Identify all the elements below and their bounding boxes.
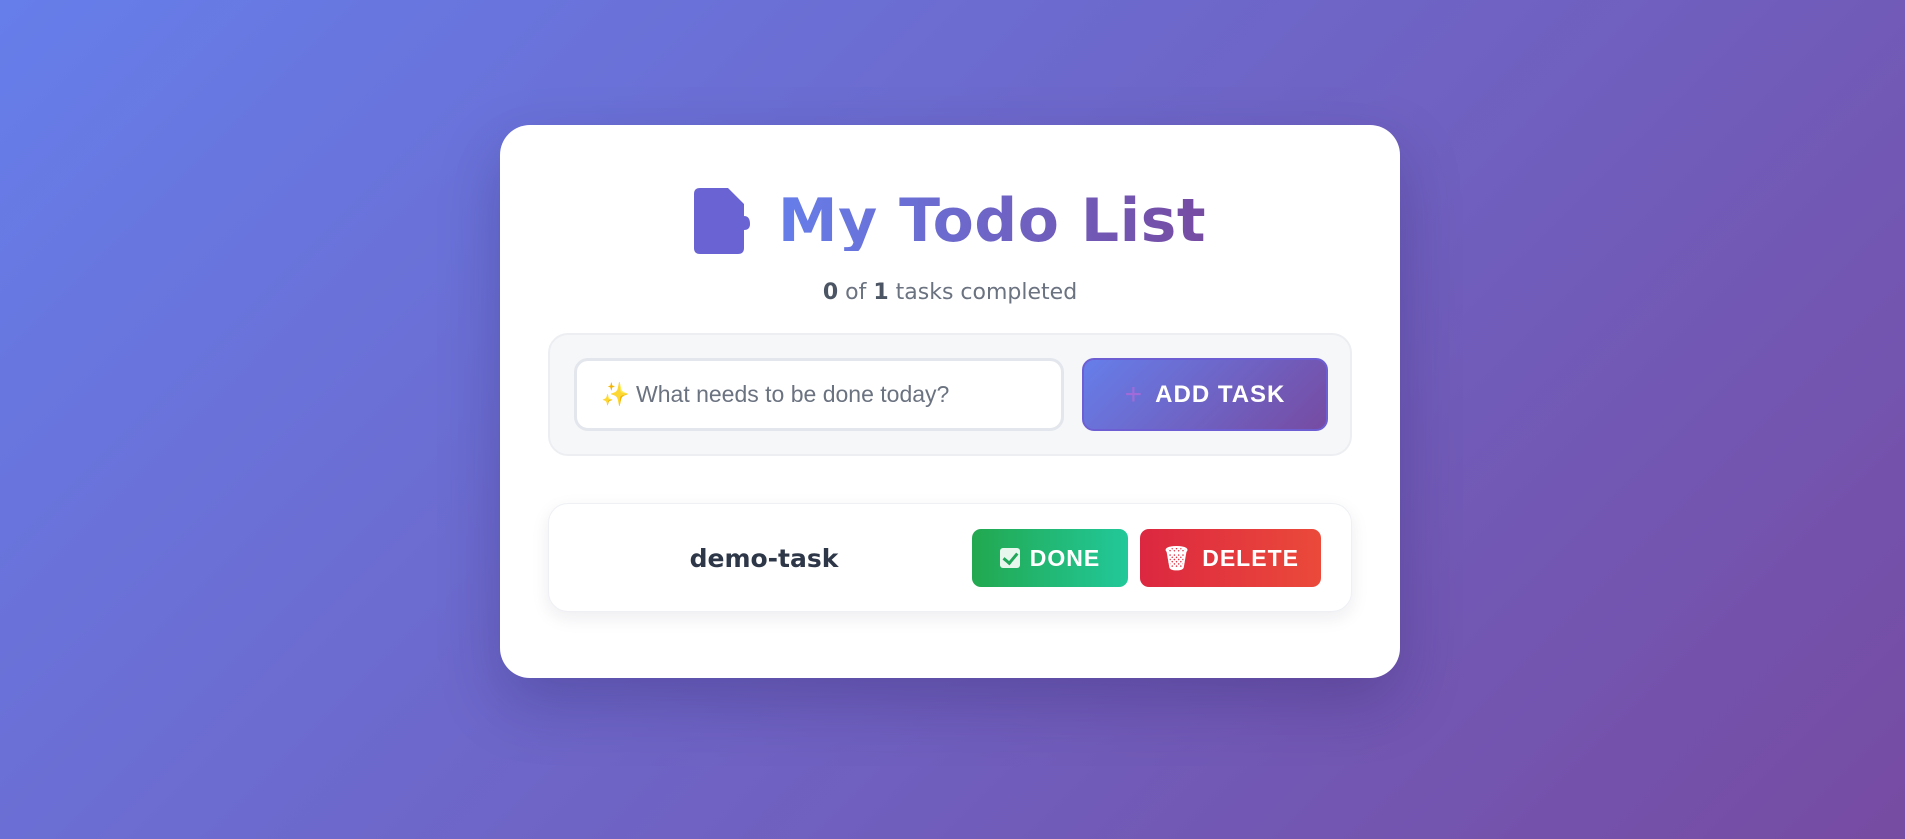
done-label: DONE bbox=[1029, 544, 1101, 571]
stats-of-label: of bbox=[845, 280, 867, 305]
todo-card: My Todo List 0 of 1 tasks completed + AD… bbox=[500, 125, 1400, 678]
completed-count: 0 bbox=[822, 280, 839, 305]
add-task-form: + ADD TASK bbox=[548, 333, 1352, 456]
done-button[interactable]: DONE bbox=[972, 529, 1128, 587]
task-text: demo-task bbox=[689, 544, 839, 573]
header: My Todo List bbox=[500, 182, 1400, 260]
document-icon bbox=[693, 188, 750, 254]
delete-button[interactable]: 🗑 DELETE bbox=[1140, 529, 1321, 587]
delete-label: DELETE bbox=[1202, 544, 1299, 571]
check-box-icon bbox=[999, 548, 1020, 568]
stats-suffix: tasks completed bbox=[895, 280, 1078, 305]
add-task-button[interactable]: + ADD TASK bbox=[1082, 358, 1328, 431]
total-count: 1 bbox=[873, 280, 889, 305]
page-title: My Todo List bbox=[777, 186, 1207, 256]
task-input[interactable] bbox=[574, 358, 1064, 431]
task-item: demo-task DONE 🗑 DELETE bbox=[548, 503, 1352, 612]
wastebasket-icon: 🗑 bbox=[1162, 544, 1193, 571]
add-task-label: ADD TASK bbox=[1155, 380, 1286, 408]
completion-stats: 0 of 1 tasks completed bbox=[500, 280, 1400, 305]
sparkle-plus-icon: + bbox=[1124, 377, 1144, 411]
